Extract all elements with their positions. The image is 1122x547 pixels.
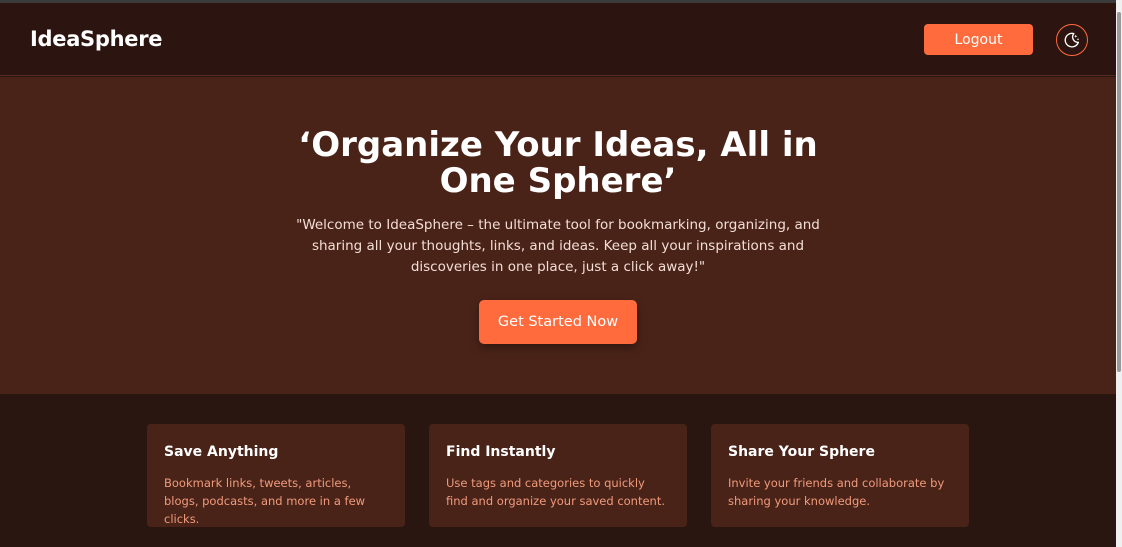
feature-card-text: Use tags and categories to quickly find … (446, 476, 666, 508)
hero-title-line-1: ‘Organize Your Ideas, All in (298, 125, 818, 165)
theme-toggle-button[interactable] (1056, 24, 1088, 56)
feature-card-text: Invite your friends and collaborate by s… (728, 476, 945, 508)
brand-logo[interactable]: IdeaSphere (30, 27, 163, 51)
logout-button[interactable]: Logout (924, 24, 1033, 55)
moon-stars-icon (1064, 32, 1080, 48)
vertical-scrollbar[interactable] (1116, 0, 1122, 547)
page: IdeaSphere Logout ‘Organize Your Ideas, … (0, 3, 1116, 547)
features-section: Save Anything Bookmark links, tweets, ar… (0, 394, 1116, 547)
scrollbar-thumb[interactable] (1117, 12, 1121, 372)
feature-card-save-anything: Save Anything Bookmark links, tweets, ar… (147, 424, 405, 527)
feature-card-title: Find Instantly (446, 444, 556, 460)
hero-title-line-2: One Sphere’ (439, 161, 677, 201)
hero-section: ‘Organize Your Ideas, All in One Sphere’… (0, 77, 1116, 394)
hero-description: "Welcome to IdeaSphere – the ultimate to… (296, 217, 820, 275)
feature-card-text: Bookmark links, tweets, articles, blogs,… (164, 476, 366, 526)
get-started-button[interactable]: Get Started Now (479, 300, 637, 344)
feature-card-find-instantly: Find Instantly Use tags and categories t… (429, 424, 687, 527)
feature-card-share-your-sphere: Share Your Sphere Invite your friends an… (711, 424, 969, 527)
feature-card-title: Share Your Sphere (728, 444, 875, 460)
navbar: IdeaSphere Logout (0, 3, 1116, 76)
feature-card-title: Save Anything (164, 444, 279, 460)
hero-title: ‘Organize Your Ideas, All in One Sphere’ (258, 127, 858, 199)
